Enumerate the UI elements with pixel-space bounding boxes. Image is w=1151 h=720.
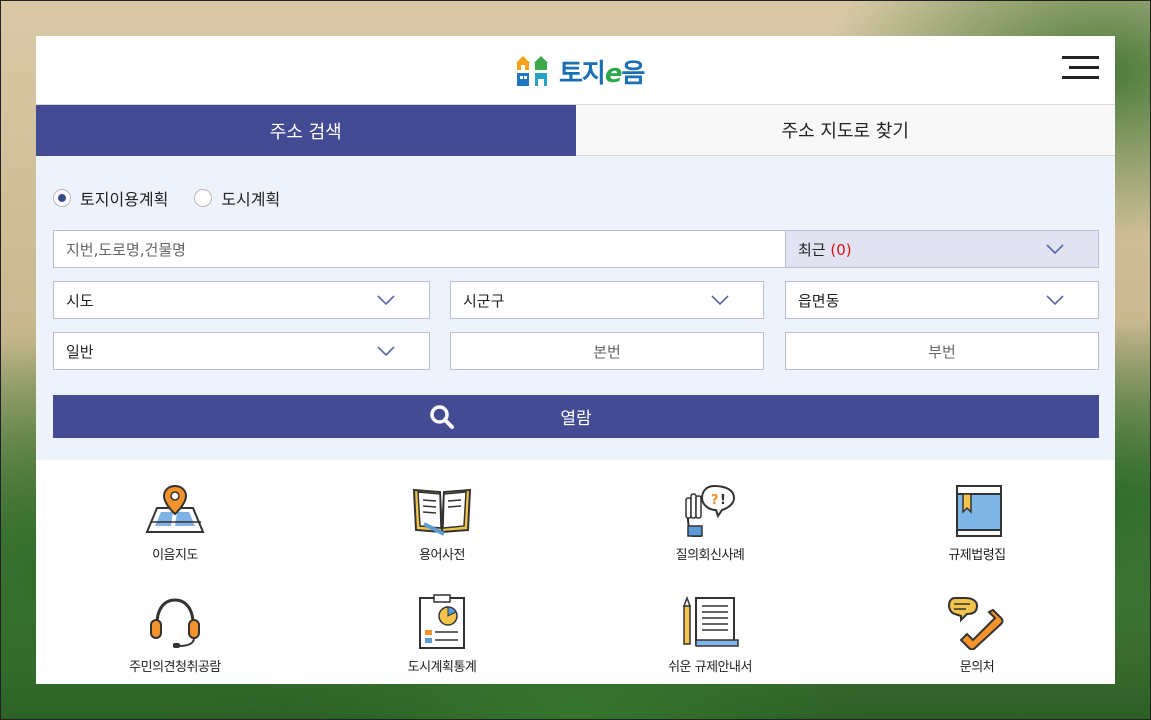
site-logo[interactable]: 토지e음 (515, 54, 645, 89)
phone-chat-icon (948, 597, 1004, 650)
radio-urban-plan[interactable]: 도시계획 (194, 186, 280, 210)
sigungu-select[interactable]: 시군구 (450, 281, 764, 319)
menu-label: 도시계획통계 (407, 660, 477, 675)
menu-label: 이음지도 (152, 548, 198, 563)
plan-type-radio-group: 토지이용계획 도시계획 (53, 186, 306, 210)
svg-text:!: ! (720, 493, 726, 508)
logo-text: 토지e음 (559, 58, 645, 89)
menu-item-glossary[interactable]: 용어사전 (342, 482, 542, 563)
radio-unchecked-icon (194, 189, 213, 207)
sido-select[interactable]: 시도 (53, 281, 430, 319)
search-icon (430, 405, 454, 429)
headset-icon (150, 598, 200, 648)
chevron-down-icon (377, 295, 395, 306)
main-number-input[interactable]: 본번 (450, 332, 764, 370)
menu-label: 쉬운 규제안내서 (668, 660, 752, 675)
menu-item-easy-guide[interactable]: 쉬운 규제안내서 (610, 594, 810, 675)
menu-item-public-hearing[interactable]: 주민의견청취공람 (75, 594, 275, 675)
menu-label: 용어사전 (419, 548, 465, 563)
quick-menu-grid: 이음지도 용어사전 ? ! 질의회신사례 규제법령집 주민의견청취공람 도시계획… (36, 460, 1115, 684)
menu-label: 문의처 (959, 660, 995, 675)
chevron-down-icon (1046, 244, 1064, 255)
recent-label: 최근 (0) (798, 240, 852, 259)
address-search-input[interactable]: 지번,도로명,건물명 (53, 230, 786, 268)
menu-label: 질의회신사례 (675, 548, 745, 563)
land-type-select[interactable]: 일반 (53, 332, 430, 370)
radio-label: 토지이용계획 (80, 190, 169, 209)
menu-item-contact[interactable]: 문의처 (877, 594, 1077, 675)
document-pencil-icon (682, 595, 739, 647)
menu-label: 규제법령집 (948, 548, 1006, 563)
map-pin-icon (145, 484, 205, 533)
chevron-down-icon (711, 295, 729, 306)
radio-land-use-plan[interactable]: 토지이용계획 (53, 186, 168, 210)
header: 토지e음 (36, 36, 1115, 105)
chevron-down-icon (1046, 295, 1064, 306)
eupmyeondong-select[interactable]: 읍면동 (785, 281, 1099, 319)
main-card: 토지e음 주소 검색 주소 지도로 찾기 토지이용계획 도시계획 지번,도로명,… (36, 36, 1115, 684)
menu-item-qna-cases[interactable]: ? ! 질의회신사례 (610, 482, 810, 563)
tab-map-search[interactable]: 주소 지도로 찾기 (575, 105, 1115, 156)
radio-label: 도시계획 (221, 190, 281, 209)
hamburger-icon[interactable] (1062, 56, 1099, 80)
chevron-down-icon (377, 346, 395, 357)
chart-board-icon (419, 594, 465, 649)
recent-searches-dropdown[interactable]: 최근 (0) (785, 230, 1099, 268)
search-panel: 토지이용계획 도시계획 지번,도로명,건물명 최근 (0) 시도 시군구 읍면동 (36, 156, 1115, 460)
open-book-icon (412, 488, 472, 536)
raised-hand-question-icon: ? ! (685, 484, 736, 537)
view-button[interactable]: 열람 (53, 395, 1099, 438)
menu-item-regulation-laws[interactable]: 규제법령집 (877, 482, 1077, 563)
tab-address-search[interactable]: 주소 검색 (36, 105, 576, 156)
menu-label: 주민의견청취공람 (129, 660, 221, 675)
menu-item-urban-plan-stats[interactable]: 도시계획통계 (342, 594, 542, 675)
bookmark-book-icon (956, 485, 1002, 537)
logo-houses-icon (516, 56, 548, 86)
radio-checked-icon (53, 189, 71, 207)
search-tabs: 주소 검색 주소 지도로 찾기 (36, 105, 1115, 156)
svg-text:?: ? (711, 493, 719, 508)
sub-number-input[interactable]: 부번 (785, 332, 1099, 370)
menu-item-eum-map[interactable]: 이음지도 (75, 482, 275, 563)
